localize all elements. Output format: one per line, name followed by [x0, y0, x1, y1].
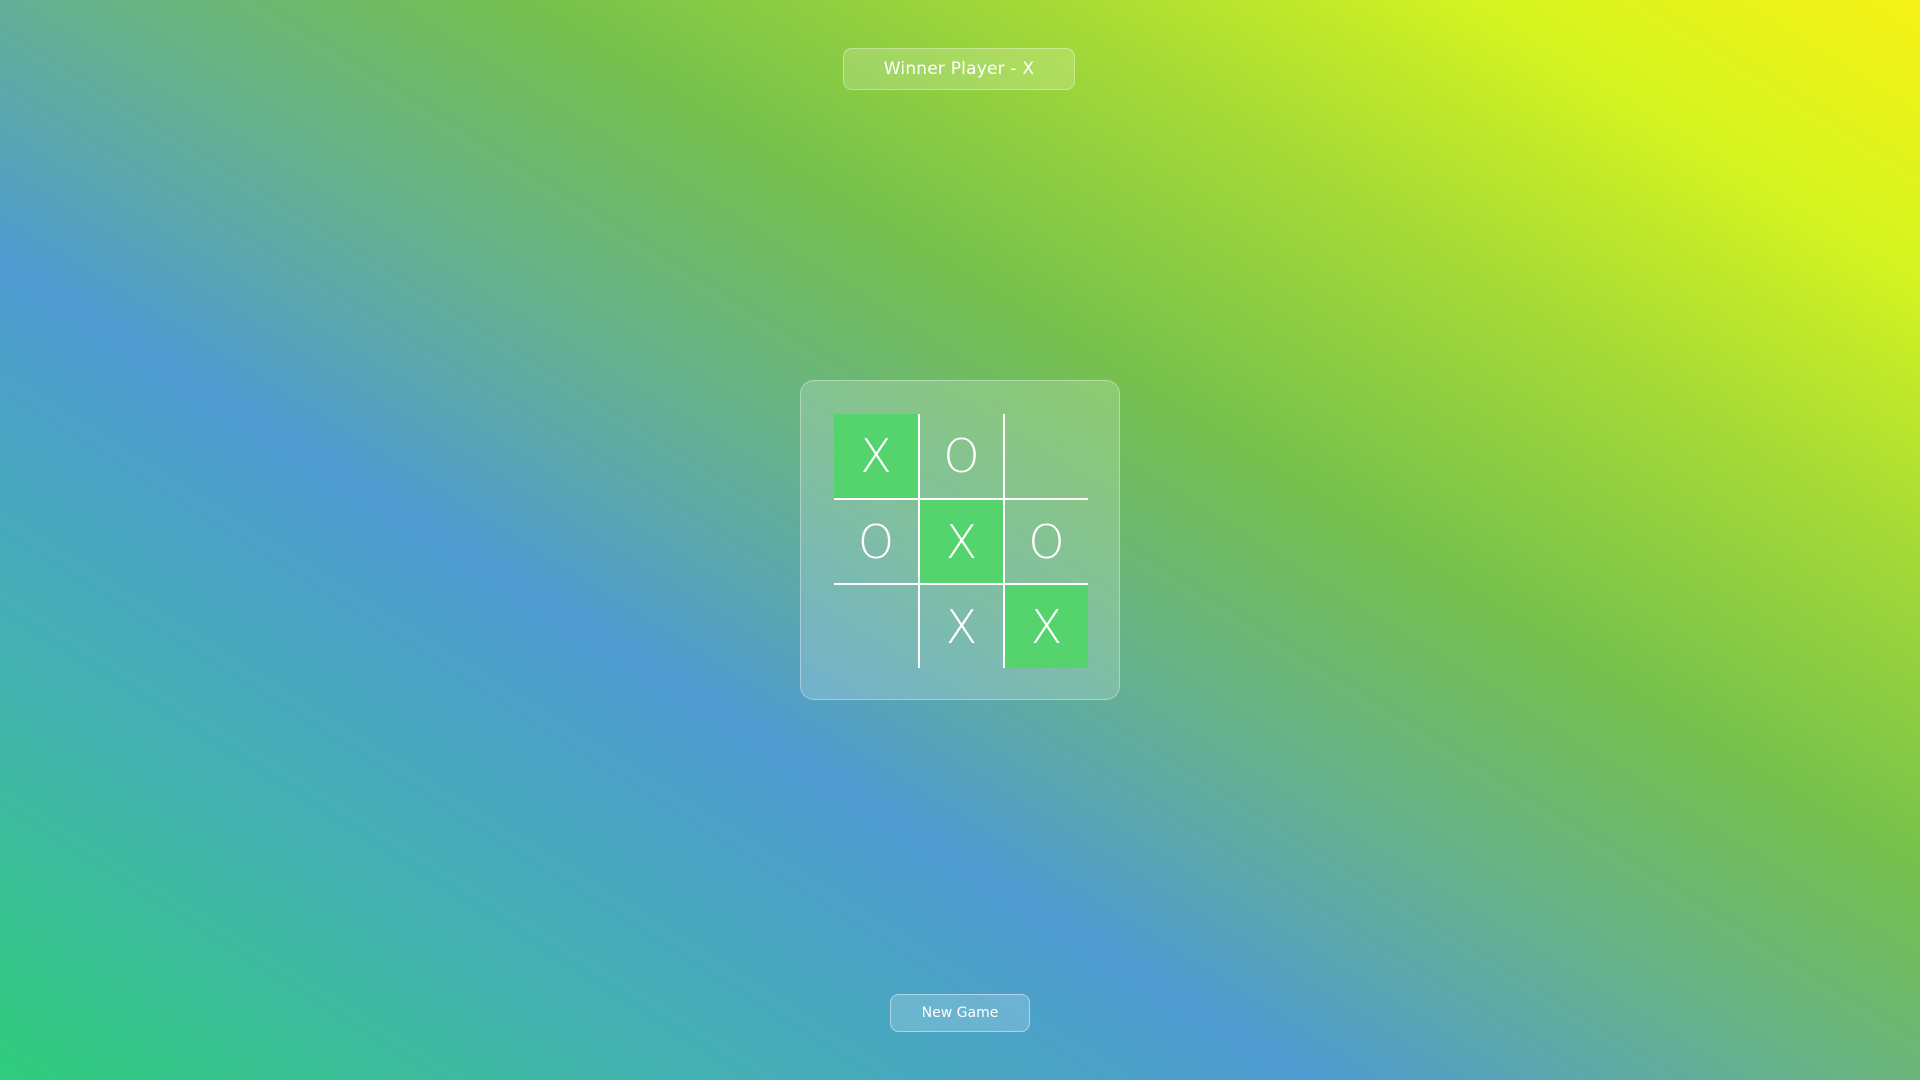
winner-status-banner: Winner Player - X: [843, 48, 1075, 90]
game-board-card: X O O X O X X: [800, 380, 1120, 700]
board-cell-3[interactable]: [1003, 414, 1088, 498]
board-cell-1[interactable]: X: [834, 414, 918, 498]
board-cell-2[interactable]: O: [918, 414, 1003, 498]
winner-status-text: Winner Player - X: [883, 59, 1035, 79]
board-cell-7[interactable]: [834, 583, 918, 668]
new-game-label: New Game: [921, 1005, 999, 1021]
board-cell-9[interactable]: X: [1003, 583, 1088, 668]
board-cell-5[interactable]: X: [918, 498, 1003, 583]
tic-tac-toe-grid: X O O X O X X: [834, 414, 1088, 668]
board-cell-8[interactable]: X: [918, 583, 1003, 668]
new-game-button[interactable]: New Game: [890, 994, 1030, 1032]
board-cell-6[interactable]: O: [1003, 498, 1088, 583]
board-cell-4[interactable]: O: [834, 498, 918, 583]
